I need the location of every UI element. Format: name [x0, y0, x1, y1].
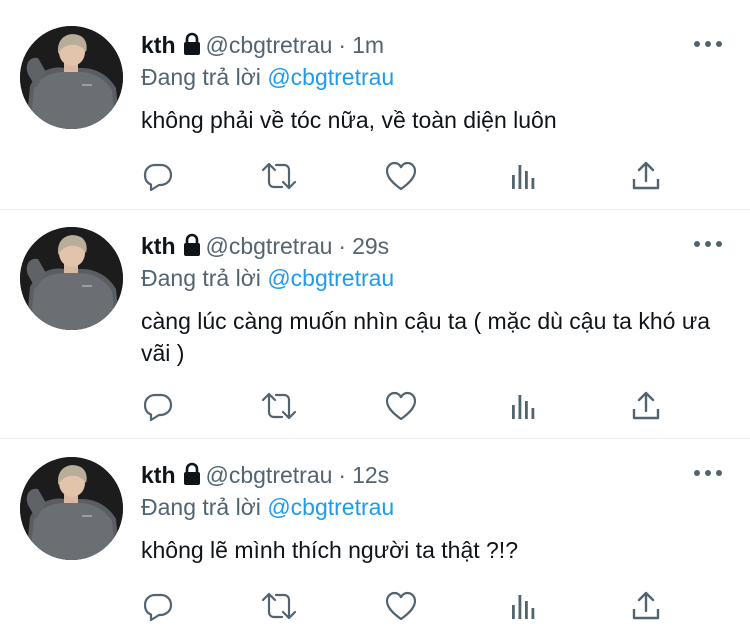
user-handle[interactable]: @cbgtretrau: [206, 461, 333, 489]
replying-to: Đang trả lời @cbgtretrau: [141, 264, 394, 292]
more-icon[interactable]: [694, 239, 722, 249]
more-icon[interactable]: [694, 39, 722, 49]
share-icon[interactable]: [626, 386, 666, 426]
tweet-header: kth @cbgtretrau · 12s: [141, 461, 389, 489]
tweet-1[interactable]: kth @cbgtretrau · 1m Đang trả lời @cbgtr…: [0, 0, 750, 210]
replying-to: Đang trả lời @cbgtretrau: [141, 493, 394, 521]
separator-dot: ·: [338, 462, 347, 488]
replying-to-label: Đang trả lời: [141, 64, 261, 90]
timestamp[interactable]: 1m: [352, 31, 384, 59]
views-icon[interactable]: [504, 586, 544, 626]
display-name[interactable]: kth: [141, 232, 176, 260]
display-name[interactable]: kth: [141, 461, 176, 489]
reply-icon[interactable]: [138, 156, 178, 196]
avatar[interactable]: [20, 227, 123, 330]
tweet-actions: [0, 586, 750, 626]
tweet-header: kth @cbgtretrau · 29s: [141, 232, 389, 260]
separator-dot: ·: [338, 32, 347, 58]
replying-to-label: Đang trả lời: [141, 265, 261, 291]
share-icon[interactable]: [626, 156, 666, 196]
avatar[interactable]: [20, 26, 123, 129]
views-icon[interactable]: [504, 386, 544, 426]
heart-icon[interactable]: [381, 586, 421, 626]
tweet-text: không lẽ mình thích người ta thật ?!?: [141, 537, 518, 563]
tweet-text: càng lúc càng muốn nhìn cậu ta ( mặc dù …: [141, 308, 711, 366]
reply-icon[interactable]: [138, 586, 178, 626]
views-icon[interactable]: [504, 156, 544, 196]
reply-mention-link[interactable]: @cbgtretrau: [267, 265, 394, 291]
reply-mention-link[interactable]: @cbgtretrau: [267, 64, 394, 90]
tweet-text: không phải về tóc nữa, về toàn diện luôn: [141, 107, 557, 133]
replying-to-label: Đang trả lời: [141, 494, 261, 520]
share-icon[interactable]: [626, 586, 666, 626]
heart-icon[interactable]: [381, 156, 421, 196]
timestamp[interactable]: 29s: [352, 232, 389, 260]
heart-icon[interactable]: [381, 386, 421, 426]
tweet-3[interactable]: kth @cbgtretrau · 12s Đang trả lời @cbgt…: [0, 439, 750, 631]
reply-icon[interactable]: [138, 386, 178, 426]
lock-icon: [182, 233, 202, 257]
tweet-actions: [0, 156, 750, 196]
replying-to: Đang trả lời @cbgtretrau: [141, 63, 394, 91]
retweet-icon[interactable]: [259, 156, 299, 196]
lock-icon: [182, 462, 202, 486]
timestamp[interactable]: 12s: [352, 461, 389, 489]
reply-mention-link[interactable]: @cbgtretrau: [267, 494, 394, 520]
avatar[interactable]: [20, 457, 123, 560]
user-handle[interactable]: @cbgtretrau: [206, 31, 333, 59]
more-icon[interactable]: [694, 468, 722, 478]
tweet-header: kth @cbgtretrau · 1m: [141, 31, 384, 59]
tweet-actions: [0, 386, 750, 426]
display-name[interactable]: kth: [141, 31, 176, 59]
lock-icon: [182, 32, 202, 56]
user-handle[interactable]: @cbgtretrau: [206, 232, 333, 260]
retweet-icon[interactable]: [259, 586, 299, 626]
retweet-icon[interactable]: [259, 386, 299, 426]
separator-dot: ·: [338, 233, 347, 259]
tweet-2[interactable]: kth @cbgtretrau · 29s Đang trả lời @cbgt…: [0, 210, 750, 439]
